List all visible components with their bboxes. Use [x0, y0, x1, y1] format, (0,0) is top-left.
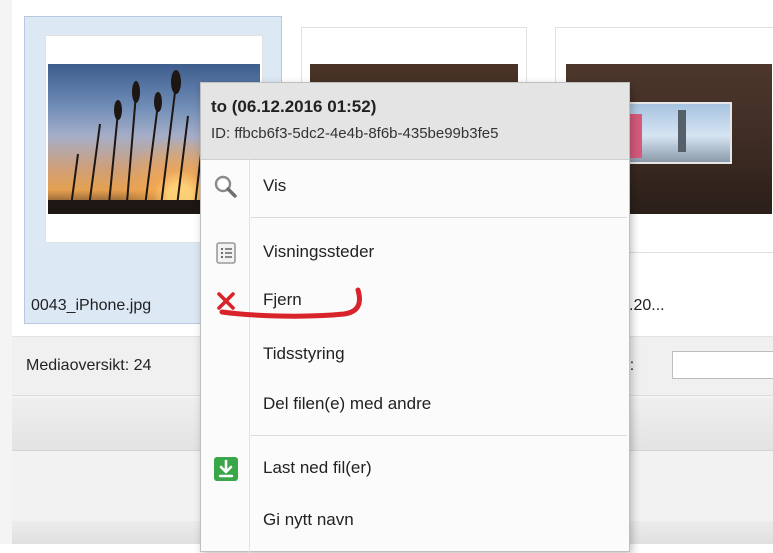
menu-item-del-filen[interactable]: Del filen(e) med andre: [201, 383, 629, 427]
context-menu: to (06.12.2016 01:52) ID: ffbcb6f3-5dc2-…: [200, 82, 630, 553]
menu-item-label: Visningssteder: [263, 242, 375, 261]
menu-item-label: Last ned fil(er): [263, 458, 372, 477]
menu-item-label: Vis: [263, 176, 287, 195]
photo-detail: [678, 110, 686, 152]
magnifier-icon: [213, 174, 239, 200]
list-icon: [213, 240, 239, 266]
menu-item-tidsstyring[interactable]: Tidsstyring: [201, 333, 629, 377]
menu-item-label: Fjern: [263, 290, 302, 309]
menu-item-label: Tidsstyring: [263, 344, 345, 363]
tile-caption: 0043_iPhone.jpg: [31, 297, 152, 314]
search-input[interactable]: [672, 351, 773, 379]
menu-item-label: Del filen(e) med andre: [263, 394, 432, 413]
red-x-icon: [213, 288, 239, 314]
download-icon: [213, 456, 239, 482]
menu-item-gi-nytt-navn[interactable]: Gi nytt navn: [201, 499, 629, 543]
embedded-photo: [614, 102, 732, 164]
context-menu-header: to (06.12.2016 01:52) ID: ffbcb6f3-5dc2-…: [201, 83, 629, 160]
menu-item-last-ned[interactable]: Last ned fil(er): [201, 447, 629, 491]
menu-item-label: Gi nytt navn: [263, 510, 354, 529]
overview-label: Mediaoversikt: 24: [26, 357, 152, 374]
file-id: ID: ffbcb6f3-5dc2-4e4b-8f6b-435be99b3fe5: [211, 125, 499, 142]
menu-item-fjern[interactable]: Fjern: [201, 279, 629, 323]
menu-separator: [251, 435, 627, 436]
menu-item-vis[interactable]: Vis: [201, 165, 629, 209]
menu-separator: [251, 217, 627, 218]
menu-item-visningssteder[interactable]: Visningssteder: [201, 231, 629, 275]
file-title: to (06.12.2016 01:52): [211, 97, 377, 116]
tile-caption: .20...: [629, 297, 665, 314]
